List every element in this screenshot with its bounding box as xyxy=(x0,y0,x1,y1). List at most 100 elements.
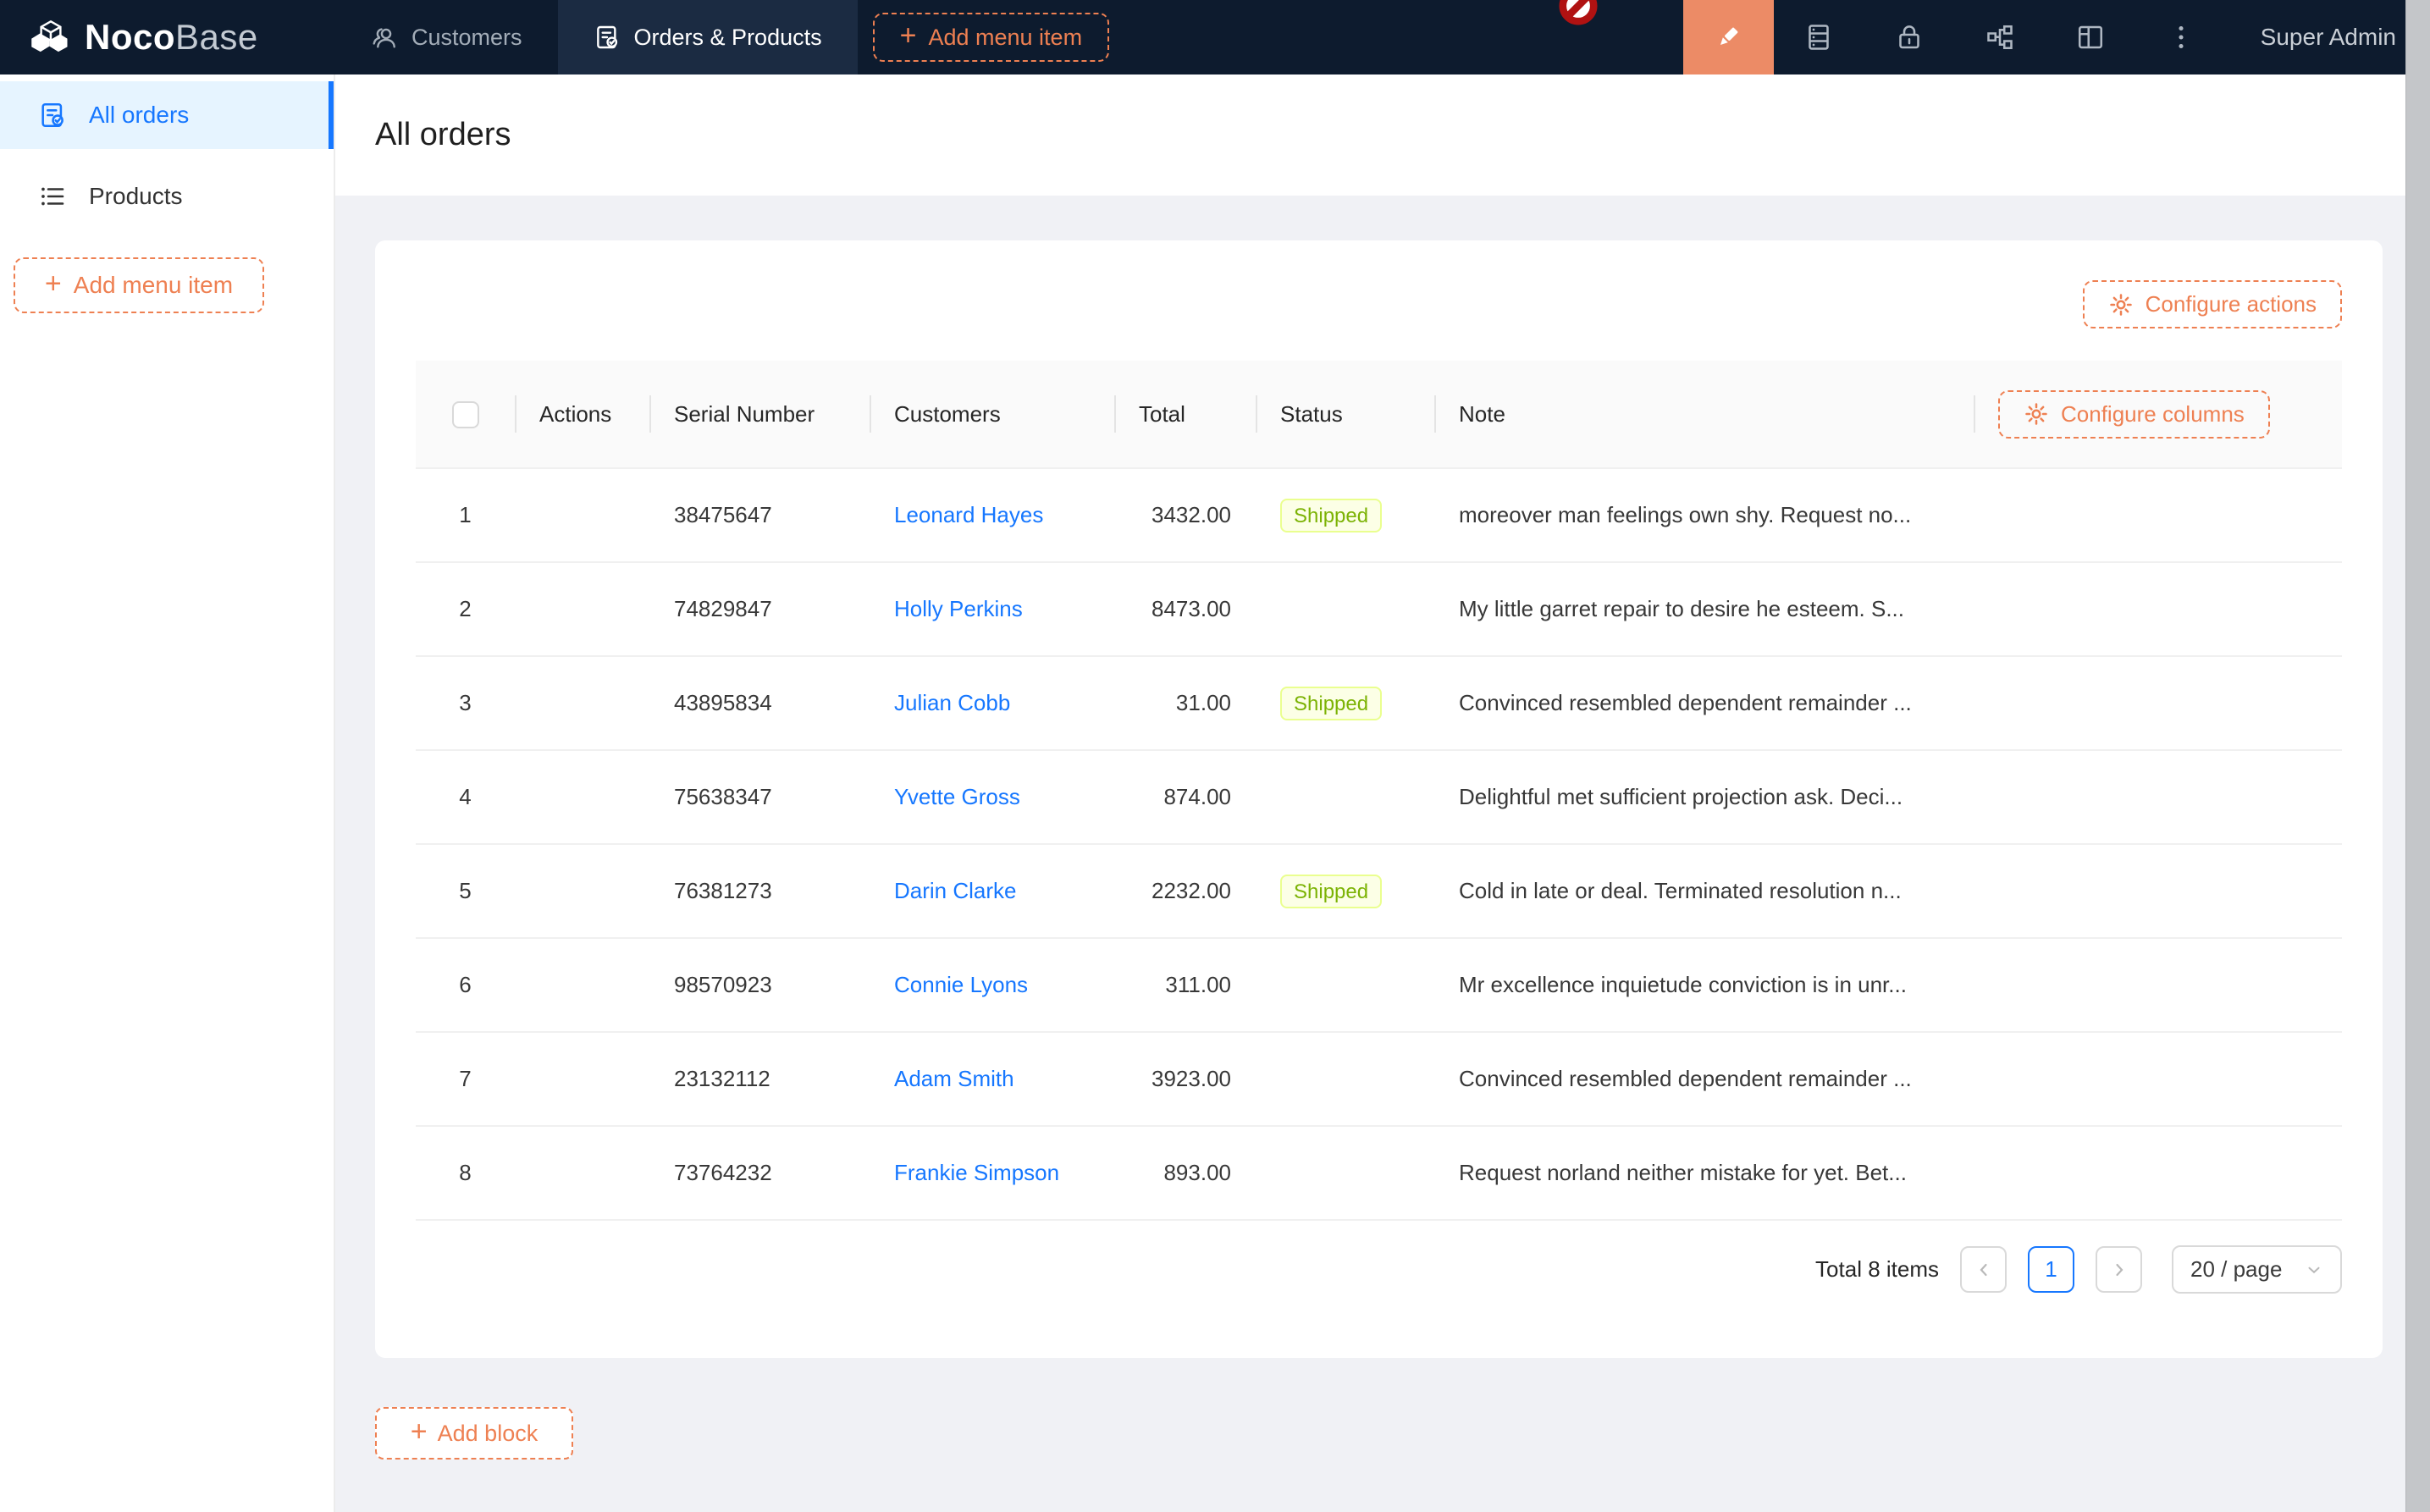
page-title: All orders xyxy=(375,117,511,153)
serial-number-cell: 74829847 xyxy=(649,562,870,656)
nav-item-customers[interactable]: Customers xyxy=(335,0,558,74)
customer-cell: Julian Cobb xyxy=(870,656,1114,750)
order-form-icon xyxy=(38,101,67,130)
note-cell: moreover man feelings own shy. Request n… xyxy=(1434,468,1974,562)
serial-number-cell: 98570923 xyxy=(649,938,870,1032)
note-cell: Request norland neither mistake for yet.… xyxy=(1434,1126,1974,1220)
table-row: 274829847Holly Perkins8473.00My little g… xyxy=(416,562,2342,656)
sidebar-item-label: All orders xyxy=(89,102,189,129)
note-cell: Cold in late or deal. Terminated resolut… xyxy=(1434,844,1974,938)
customer-link[interactable]: Frankie Simpson xyxy=(894,1160,1059,1185)
extra-cell xyxy=(1974,468,2342,562)
column-header-actions[interactable]: Actions xyxy=(515,361,649,468)
column-header-customers[interactable]: Customers xyxy=(870,361,1114,468)
nav-item-label: Orders & Products xyxy=(634,25,822,51)
pagination-prev-button[interactable] xyxy=(1960,1246,2007,1293)
orders-table-block: Configure actions Actions Serial Number … xyxy=(375,240,2383,1358)
chevron-down-icon xyxy=(2305,1261,2323,1279)
total-cell: 3923.00 xyxy=(1114,1032,1256,1126)
list-icon xyxy=(38,182,67,211)
sidebar: All orders Products + Add menu item xyxy=(0,74,335,1512)
total-cell: 2232.00 xyxy=(1114,844,1256,938)
layout-template-button[interactable] xyxy=(2046,0,2136,74)
status-tag: Shipped xyxy=(1280,499,1382,533)
pagination-page-1[interactable]: 1 xyxy=(2028,1246,2074,1293)
column-header-status[interactable]: Status xyxy=(1256,361,1434,468)
total-cell: 874.00 xyxy=(1114,750,1256,844)
status-cell xyxy=(1256,1032,1434,1126)
column-header-extra: Configure columns xyxy=(1974,361,2342,468)
configure-columns-button[interactable]: Configure columns xyxy=(1998,390,2270,439)
team-icon xyxy=(371,24,398,51)
customer-cell: Holly Perkins xyxy=(870,562,1114,656)
sidebar-add-menu-item-button[interactable]: + Add menu item xyxy=(14,257,264,313)
column-header-note[interactable]: Note xyxy=(1434,361,1974,468)
total-cell: 3432.00 xyxy=(1114,468,1256,562)
nocobase-logo[interactable]: NocoBase xyxy=(0,0,335,74)
select-all-checkbox[interactable] xyxy=(452,401,479,428)
serial-number-cell: 38475647 xyxy=(649,468,870,562)
row-index: 7 xyxy=(416,1032,515,1126)
note-cell: Convinced resembled dependent remainder … xyxy=(1434,1032,1974,1126)
orders-table: Actions Serial Number Customers Total St… xyxy=(416,361,2342,1221)
customer-cell: Frankie Simpson xyxy=(870,1126,1114,1220)
content-area: Configure actions Actions Serial Number … xyxy=(335,196,2430,1512)
customer-cell: Leonard Hayes xyxy=(870,468,1114,562)
active-indicator xyxy=(329,81,334,149)
customer-link[interactable]: Julian Cobb xyxy=(894,690,1010,715)
nav-item-orders-products[interactable]: Orders & Products xyxy=(558,0,858,74)
status-cell: Shipped xyxy=(1256,656,1434,750)
column-header-total[interactable]: Total xyxy=(1114,361,1256,468)
sidebar-item-all-orders[interactable]: All orders xyxy=(0,81,334,149)
extra-cell xyxy=(1974,1126,2342,1220)
customer-link[interactable]: Darin Clarke xyxy=(894,878,1017,903)
column-header-serial-number[interactable]: Serial Number xyxy=(649,361,870,468)
customer-cell: Darin Clarke xyxy=(870,844,1114,938)
customer-link[interactable]: Yvette Gross xyxy=(894,784,1020,809)
access-control-button[interactable] xyxy=(1864,0,1955,74)
workflow-button[interactable] xyxy=(1955,0,2046,74)
user-menu[interactable]: Super Admin xyxy=(2227,0,2430,74)
gear-icon xyxy=(2108,292,2134,317)
add-block-button[interactable]: + Add block xyxy=(375,1407,573,1460)
row-index: 5 xyxy=(416,844,515,938)
table-row: 475638347Yvette Gross874.00Delightful me… xyxy=(416,750,2342,844)
pagination-total: Total 8 items xyxy=(1815,1256,1939,1283)
customer-link[interactable]: Adam Smith xyxy=(894,1066,1014,1091)
more-button[interactable] xyxy=(2136,0,2227,74)
select-all-header xyxy=(416,361,515,468)
customer-link[interactable]: Connie Lyons xyxy=(894,972,1028,997)
status-cell xyxy=(1256,750,1434,844)
extra-cell xyxy=(1974,562,2342,656)
plus-icon: + xyxy=(411,1417,428,1446)
nav-add-menu-item-button[interactable]: + Add menu item xyxy=(873,13,1109,62)
table-header-row: Actions Serial Number Customers Total St… xyxy=(416,361,2342,468)
status-cell: Shipped xyxy=(1256,468,1434,562)
customer-cell: Yvette Gross xyxy=(870,750,1114,844)
extra-cell xyxy=(1974,1032,2342,1126)
main-area: All orders Configure actions xyxy=(335,74,2430,1512)
ui-editor-button[interactable] xyxy=(1683,0,1774,74)
collections-button[interactable] xyxy=(1774,0,1864,74)
vertical-ellipsis-icon xyxy=(2166,22,2196,52)
pagination-next-button[interactable] xyxy=(2096,1246,2142,1293)
status-cell xyxy=(1256,562,1434,656)
top-navbar: NocoBase Customers Orders & Products + A… xyxy=(0,0,2430,74)
sidebar-item-products[interactable]: Products xyxy=(0,163,334,230)
table-row: 343895834Julian Cobb31.00ShippedConvince… xyxy=(416,656,2342,750)
chevron-right-icon xyxy=(2109,1260,2129,1280)
page-size-select[interactable]: 20 / page xyxy=(2172,1245,2342,1294)
note-cell: Mr excellence inquietude conviction is i… xyxy=(1434,938,1974,1032)
scrollbar[interactable] xyxy=(2405,0,2430,1512)
configure-actions-button[interactable]: Configure actions xyxy=(2083,280,2342,328)
serial-number-cell: 43895834 xyxy=(649,656,870,750)
extra-cell xyxy=(1974,750,2342,844)
customer-link[interactable]: Holly Perkins xyxy=(894,596,1023,621)
row-index: 6 xyxy=(416,938,515,1032)
total-cell: 311.00 xyxy=(1114,938,1256,1032)
customer-link[interactable]: Leonard Hayes xyxy=(894,502,1043,527)
highlighter-icon xyxy=(1713,22,1743,52)
page-size-value: 20 / page xyxy=(2190,1256,2282,1283)
serial-number-cell: 23132112 xyxy=(649,1032,870,1126)
row-actions-cell xyxy=(515,562,649,656)
